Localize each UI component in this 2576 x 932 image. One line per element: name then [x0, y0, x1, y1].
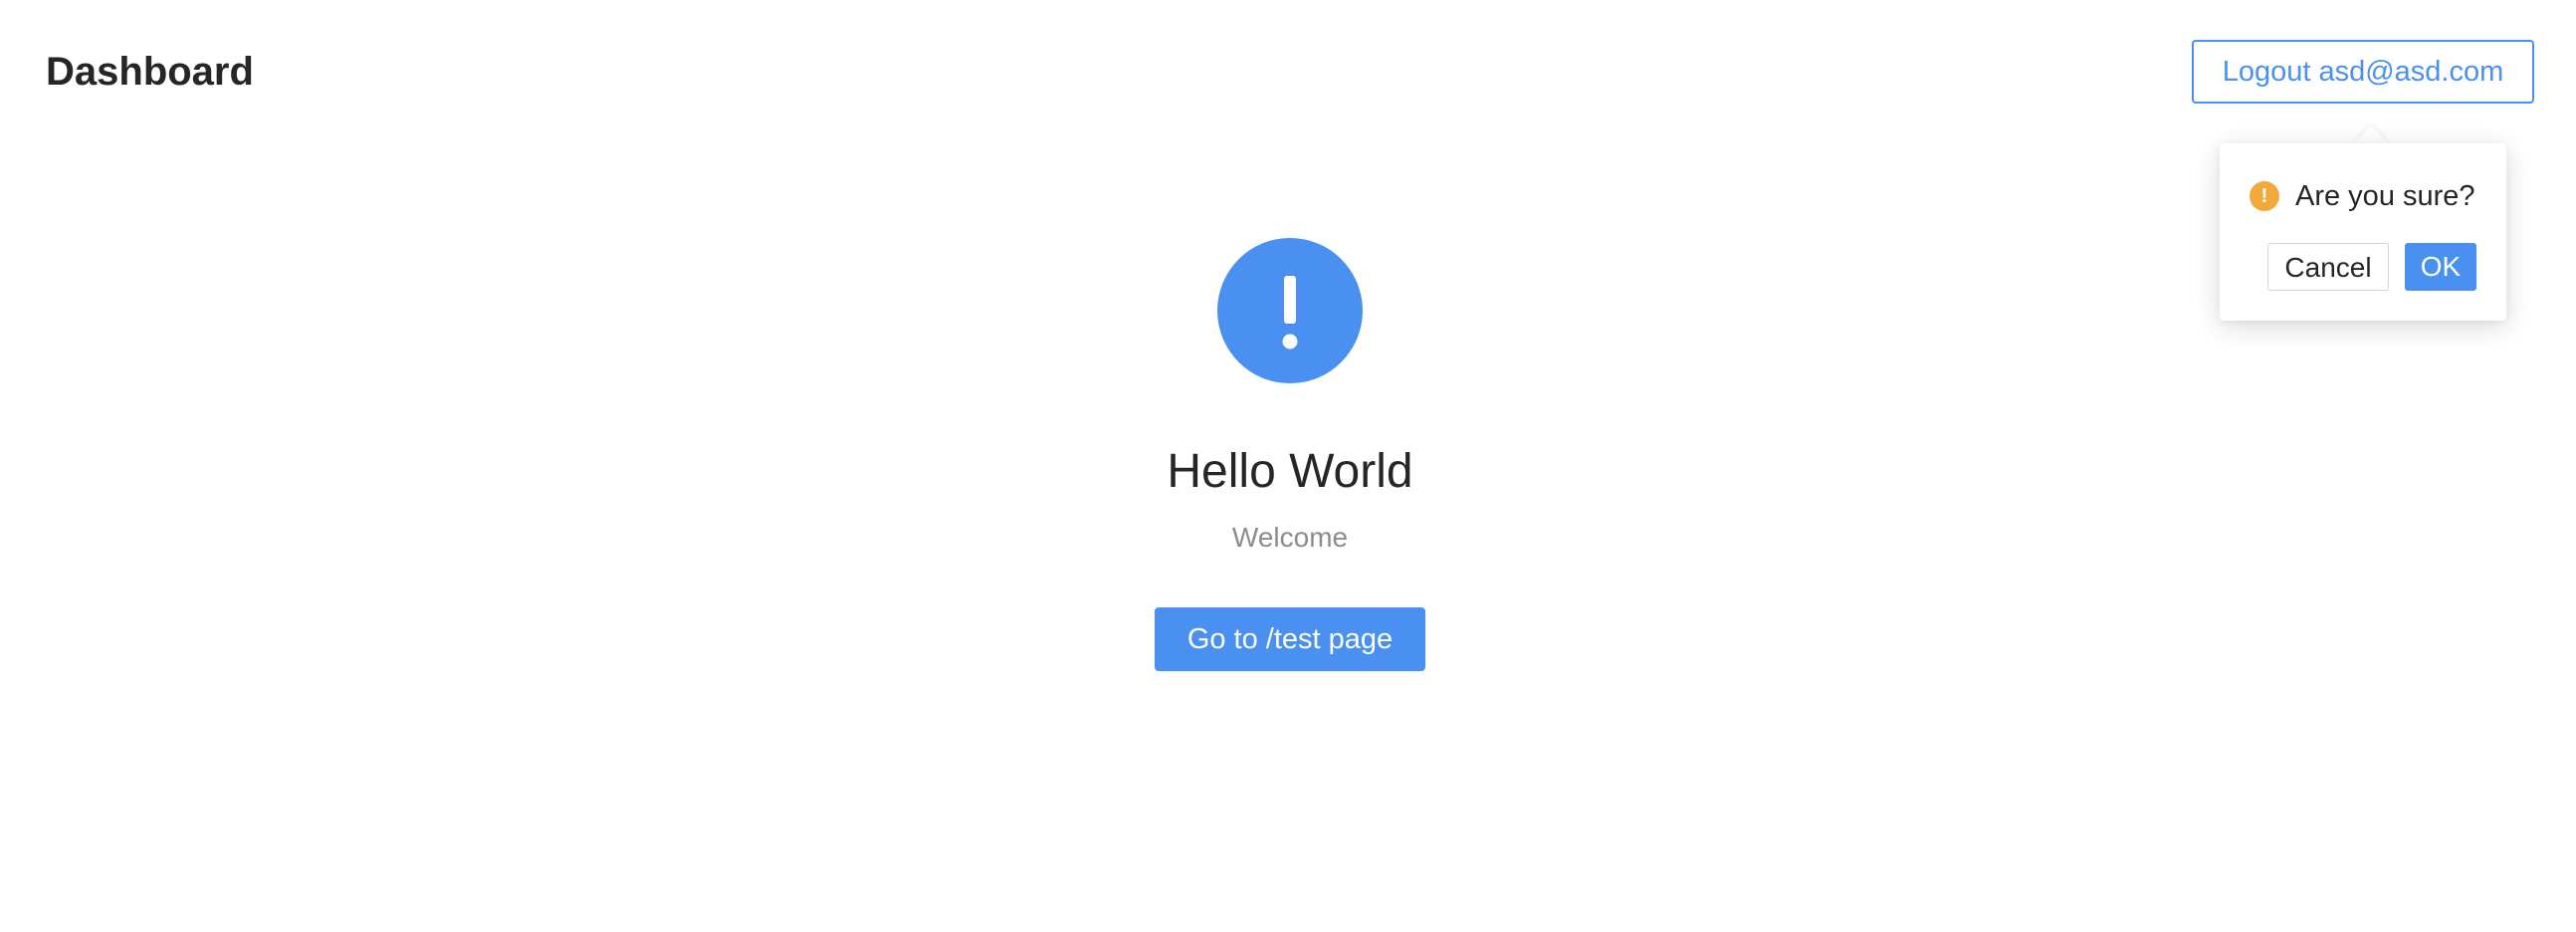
ok-button[interactable]: OK — [2405, 243, 2476, 291]
info-exclamation-icon — [1217, 238, 1363, 383]
cancel-button[interactable]: Cancel — [2267, 243, 2389, 291]
dashboard-page: Dashboard Logout asd@asd.com ! Are you s… — [0, 0, 2576, 932]
popconfirm-arrow — [2353, 125, 2389, 143]
page-title: Dashboard — [46, 50, 254, 94]
logout-popconfirm: ! Are you sure? Cancel OK — [2220, 143, 2506, 321]
result-title: Hello World — [1167, 445, 1413, 498]
result-subtitle: Welcome — [1231, 522, 1349, 553]
exclamation-circle-icon: ! — [2250, 181, 2279, 211]
logout-button[interactable]: Logout asd@asd.com — [2192, 40, 2534, 104]
popconfirm-message: Are you sure? — [2295, 180, 2475, 212]
go-to-test-page-button[interactable]: Go to /test page — [1155, 607, 1425, 671]
